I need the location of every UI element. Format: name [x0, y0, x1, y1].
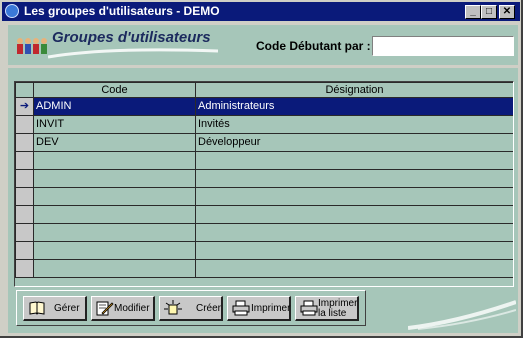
row-indicator[interactable]: [15, 151, 34, 170]
empty-cell[interactable]: [195, 223, 513, 242]
empty-cell[interactable]: [33, 223, 196, 242]
groups-table[interactable]: Code Désignation ➔ ADMIN Administrateurs…: [14, 81, 514, 287]
imprimer-liste-button[interactable]: Imprimer la liste: [295, 296, 359, 321]
row-indicator[interactable]: [15, 169, 34, 188]
decorative-wave: [408, 300, 516, 330]
row-indicator[interactable]: [15, 133, 34, 152]
cell-code[interactable]: DEV: [33, 133, 196, 152]
search-label: Code Débutant par :: [256, 39, 371, 53]
book-icon: [29, 301, 45, 315]
minimize-button[interactable]: _: [465, 5, 481, 19]
empty-row[interactable]: [15, 151, 513, 170]
cell-designation[interactable]: Administrateurs: [195, 97, 513, 116]
new-sparkle-icon: [164, 300, 182, 315]
empty-cell[interactable]: [195, 241, 513, 260]
window-title: Les groupes d'utilisateurs - DEMO: [24, 4, 220, 18]
table-row[interactable]: ➔ ADMIN Administrateurs: [15, 97, 513, 116]
main-panel: Code Désignation ➔ ADMIN Administrateurs…: [8, 68, 518, 333]
empty-cell[interactable]: [195, 169, 513, 188]
row-indicator[interactable]: [15, 223, 34, 242]
empty-row[interactable]: [15, 187, 513, 206]
empty-cell[interactable]: [195, 205, 513, 224]
code-search-input[interactable]: [372, 36, 514, 56]
title-bar[interactable]: Les groupes d'utilisateurs - DEMO _ □ ✕: [2, 2, 520, 21]
gerer-label: Gérer: [54, 303, 80, 314]
modifier-label: Modifier: [114, 303, 150, 314]
users-group-icon: [17, 38, 47, 54]
close-button[interactable]: ✕: [499, 5, 515, 19]
empty-cell[interactable]: [33, 241, 196, 260]
maximize-button[interactable]: □: [481, 5, 497, 19]
empty-cell[interactable]: [33, 205, 196, 224]
logo-swoosh: [48, 48, 218, 59]
table-header-row: Code Désignation: [15, 82, 513, 98]
row-indicator[interactable]: [15, 115, 34, 134]
empty-cell[interactable]: [195, 259, 513, 278]
modifier-button[interactable]: Modifier: [91, 296, 155, 321]
cell-designation[interactable]: Invités: [195, 115, 513, 134]
creer-label: Créer: [196, 303, 222, 314]
imprimer-label: Imprimer: [251, 303, 291, 314]
row-indicator[interactable]: [15, 259, 34, 278]
imprimer-liste-label-line2: la liste: [318, 308, 347, 319]
imprimer-button[interactable]: Imprimer: [227, 296, 291, 321]
cell-code[interactable]: INVIT: [33, 115, 196, 134]
column-header-designation[interactable]: Désignation: [195, 82, 513, 98]
logo-title: Groupes d'utilisateurs: [52, 29, 211, 46]
table-row[interactable]: DEV Développeur: [15, 133, 513, 152]
empty-row[interactable]: [15, 259, 513, 278]
header-panel: Groupes d'utilisateurs Code Débutant par…: [8, 25, 518, 65]
creer-button[interactable]: Créer: [159, 296, 223, 321]
gerer-button[interactable]: Gérer: [23, 296, 87, 321]
window-app-icon[interactable]: [5, 4, 19, 18]
empty-cell[interactable]: [33, 259, 196, 278]
empty-row[interactable]: [15, 223, 513, 242]
action-toolbar: Gérer Modifier Créer Imprimer Imprimer l…: [16, 290, 366, 326]
pencil-edit-icon: [96, 301, 114, 316]
empty-row[interactable]: [15, 205, 513, 224]
printer-icon: [232, 300, 250, 316]
empty-row[interactable]: [15, 241, 513, 260]
empty-row[interactable]: [15, 169, 513, 188]
row-indicator[interactable]: [15, 205, 34, 224]
main-window: Les groupes d'utilisateurs - DEMO _ □ ✕ …: [0, 0, 523, 338]
cell-code[interactable]: ADMIN: [33, 97, 196, 116]
column-header-code[interactable]: Code: [33, 82, 196, 98]
empty-cell[interactable]: [33, 169, 196, 188]
row-indicator[interactable]: [15, 187, 34, 206]
row-indicator-header: [15, 82, 34, 98]
cell-designation[interactable]: Développeur: [195, 133, 513, 152]
empty-cell[interactable]: [195, 187, 513, 206]
empty-cell[interactable]: [33, 187, 196, 206]
printer-list-icon: [300, 300, 318, 316]
empty-cell[interactable]: [33, 151, 196, 170]
empty-cell[interactable]: [195, 151, 513, 170]
current-row-arrow-icon: ➔: [15, 97, 34, 116]
row-indicator[interactable]: [15, 241, 34, 260]
table-row[interactable]: INVIT Invités: [15, 115, 513, 134]
